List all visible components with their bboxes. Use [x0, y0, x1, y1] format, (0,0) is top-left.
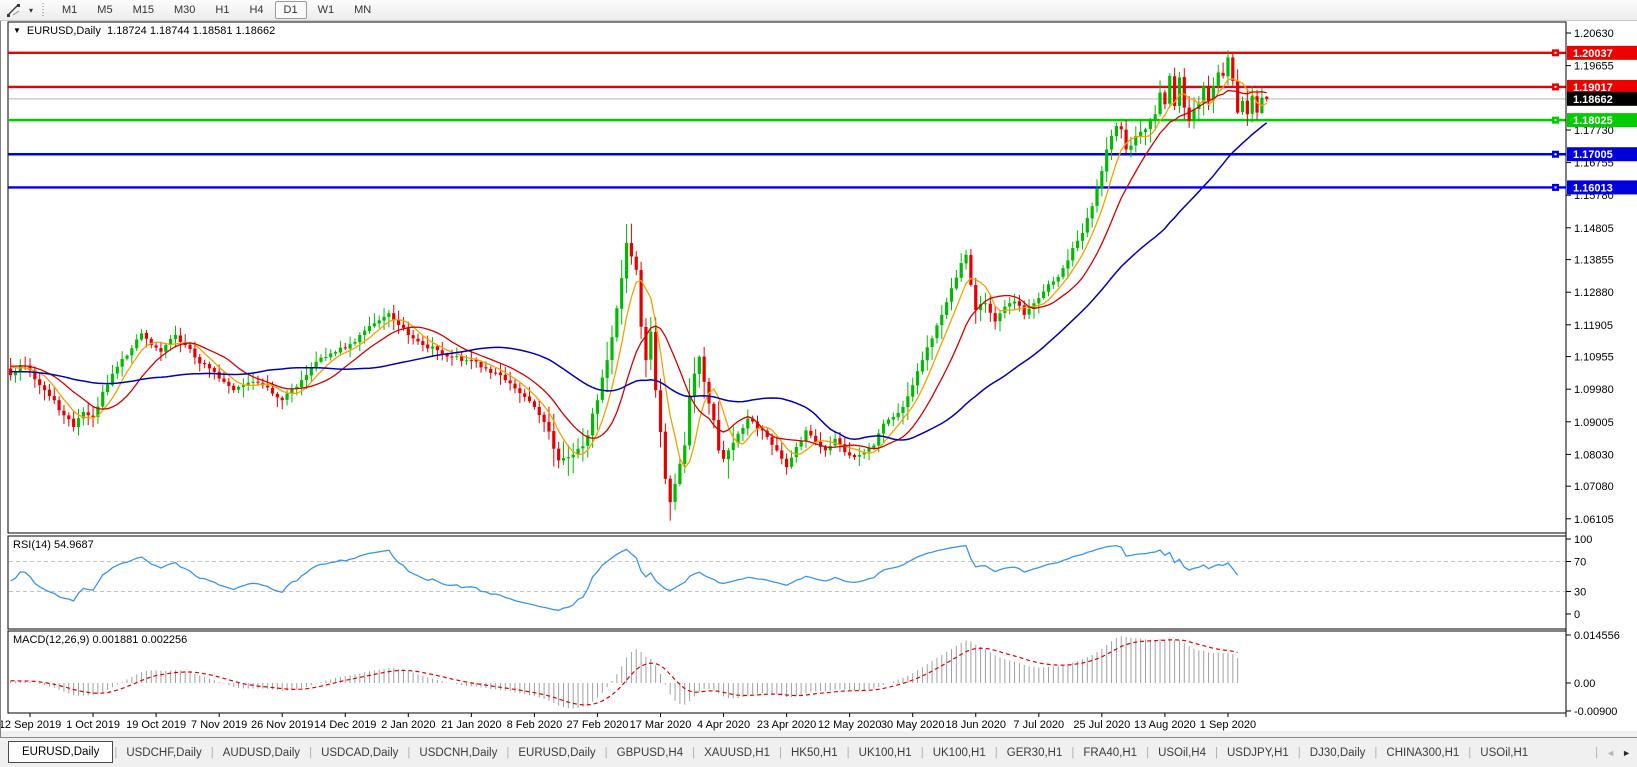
price-tick-label: 1.19655 [1574, 61, 1614, 73]
price-level-badge: 1.17005 [1573, 149, 1613, 161]
price-tick-label: 1.08030 [1574, 449, 1614, 461]
rsi-axis-label: 70 [1574, 557, 1586, 569]
chart-tab-usdcad-daily[interactable]: USDCAD,Daily [313, 744, 406, 762]
price-tick-label: 1.10955 [1574, 352, 1614, 364]
timeframe-button-m30[interactable]: M30 [165, 1, 204, 19]
chevron-down-icon[interactable]: ▾ [25, 6, 37, 15]
date-label: 8 Feb 2020 [507, 719, 563, 731]
date-label: 25 Jul 2020 [1073, 719, 1130, 731]
timeframe-button-w1[interactable]: W1 [309, 1, 344, 19]
chart-tab-uk100-h1[interactable]: UK100,H1 [851, 744, 920, 762]
chart-tab-bar: EURUSD,Daily|USDCHF,Daily|AUDUSD,Daily|U… [0, 737, 1637, 767]
line-study-icon-glyph [6, 2, 22, 18]
chart-tab-eurusd-daily[interactable]: EURUSD,Daily [510, 744, 603, 762]
tab-scroll-left-icon[interactable]: ◄ [1606, 748, 1615, 758]
chart-symbol: EURUSD,Daily [27, 25, 101, 37]
date-label: 14 Dec 2019 [314, 719, 376, 731]
date-label: 30 May 2020 [881, 719, 945, 731]
chart-tab-usoil-h1[interactable]: USOil,H1 [1472, 744, 1536, 762]
date-label: 12 May 2020 [818, 719, 882, 731]
tab-scroll-right-icon[interactable]: ► [1622, 748, 1631, 758]
macd-axis-label: 0.014556 [1574, 630, 1620, 642]
date-label: 1 Sep 2020 [1200, 719, 1256, 731]
date-label: 2 Jan 2020 [381, 719, 435, 731]
rsi-indicator-label: RSI(14) 54.9687 [13, 539, 94, 551]
date-label: 1 Oct 2019 [66, 719, 120, 731]
price-axis[interactable]: 1.206301.196551.177301.167551.157801.148… [1566, 22, 1637, 718]
price-tick-label: 1.12880 [1574, 287, 1614, 299]
ohlc-close: 1.18662 [236, 25, 276, 37]
date-label: 7 Nov 2019 [191, 719, 247, 731]
date-label: 19 Oct 2019 [126, 719, 186, 731]
date-label: 12 Sep 2019 [1, 719, 61, 731]
date-label: 23 Apr 2020 [757, 719, 816, 731]
chart-workspace[interactable]: ▼ EURUSD,Daily 1.18724 1.18744 1.18581 1.… [0, 21, 1637, 737]
price-tick-label: 1.09005 [1574, 417, 1614, 429]
timeframe-buttons: M1M5M15M30H1H4D1W1MN [52, 1, 381, 19]
chart-tab-dj30-daily[interactable]: DJ30,Daily [1302, 744, 1374, 762]
date-label: 7 Jul 2020 [1013, 719, 1064, 731]
price-tick-label: 1.06105 [1574, 514, 1614, 526]
rsi-axis-label: 30 [1574, 587, 1586, 599]
chart-tab-eurusd-daily[interactable]: EURUSD,Daily [8, 741, 113, 763]
bottom-strip [1, 731, 1637, 737]
chart-tab-xauusd-h1[interactable]: XAUUSD,H1 [696, 744, 778, 762]
price-tick-label: 1.14805 [1574, 223, 1614, 235]
tab-separator: | [1594, 747, 1599, 759]
price-level-badge: 1.16013 [1573, 182, 1613, 194]
chart-tab-usoil-h4[interactable]: USOil,H4 [1150, 744, 1214, 762]
price-tick-label: 1.11905 [1574, 320, 1613, 332]
chart-tab-usdjpy-h1[interactable]: USDJPY,H1 [1219, 744, 1297, 762]
chart-tab-uk100-h1[interactable]: UK100,H1 [925, 744, 994, 762]
chart-tab-fra40-h1[interactable]: FRA40,H1 [1075, 744, 1145, 762]
price-level-badge: 1.20037 [1573, 48, 1613, 60]
date-axis[interactable]: 12 Sep 2019 1 Oct 2019 19 Oct 2019 7 Nov 20… [1, 713, 1256, 731]
timeframe-button-m5[interactable]: M5 [88, 1, 121, 19]
date-label: 13 Aug 2020 [1134, 719, 1196, 731]
chart-tab-gbpusd-h4[interactable]: GBPUSD,H4 [609, 744, 691, 762]
chart-canvas[interactable]: 1.206301.196551.177301.167551.157801.148… [1, 21, 1637, 737]
date-label: 21 Jan 2020 [441, 719, 502, 731]
macd-pane [8, 631, 1566, 713]
date-label: 18 Jun 2020 [945, 719, 1006, 731]
price-level-badge: 1.18662 [1573, 94, 1613, 106]
timeframe-button-d1[interactable]: D1 [275, 1, 307, 19]
macd-axis-label: 0.00 [1574, 678, 1595, 690]
timeframe-button-h4[interactable]: H4 [240, 1, 272, 19]
price-tick-label: 1.07080 [1574, 481, 1614, 493]
price-tick-label: 1.13855 [1574, 255, 1614, 267]
chart-tab-ger30-h1[interactable]: GER30,H1 [999, 744, 1071, 762]
toolbar-grip[interactable] [41, 3, 46, 18]
rsi-axis-label: 100 [1574, 534, 1592, 546]
chart-tab-usdchf-daily[interactable]: USDCHF,Daily [118, 744, 209, 762]
ohlc-high: 1.18744 [150, 25, 190, 37]
tab-scroll-controls: | ◄ ► [1594, 747, 1637, 759]
price-level-badge: 1.18025 [1573, 115, 1613, 127]
ohlc-open: 1.18724 [107, 25, 147, 37]
macd-axis-label: -0.00900 [1574, 706, 1617, 718]
timeframe-button-m1[interactable]: M1 [53, 1, 86, 19]
toolbar: ▾ M1M5M15M30H1H4D1W1MN [0, 0, 1637, 21]
date-label: 26 Nov 2019 [251, 719, 313, 731]
date-label: 17 Mar 2020 [630, 719, 692, 731]
price-tick-label: 1.09980 [1574, 384, 1614, 396]
chart-title: ▼ EURUSD,Daily 1.18724 1.18744 1.18581 1.… [13, 25, 275, 37]
chart-tab-china300-h1[interactable]: CHINA300,H1 [1378, 744, 1467, 762]
ohlc-low: 1.18581 [193, 25, 233, 37]
chart-tab-hk50-h1[interactable]: HK50,H1 [783, 744, 846, 762]
rsi-axis-label: 0 [1574, 609, 1580, 621]
timeframe-button-mn[interactable]: MN [345, 1, 380, 19]
line-study-icon[interactable] [3, 2, 25, 19]
date-label: 27 Feb 2020 [567, 719, 629, 731]
rsi-pane [8, 536, 1566, 629]
macd-indicator-label: MACD(12,26,9) 0.001881 0.002256 [13, 634, 187, 646]
timeframe-button-h1[interactable]: H1 [206, 1, 238, 19]
chart-tab-audusd-daily[interactable]: AUDUSD,Daily [215, 744, 308, 762]
timeframe-button-m15[interactable]: M15 [124, 1, 163, 19]
date-label: 4 Apr 2020 [697, 719, 750, 731]
chart-tab-usdcnh-daily[interactable]: USDCNH,Daily [411, 744, 505, 762]
collapse-icon[interactable]: ▼ [13, 26, 21, 35]
price-tick-label: 1.20630 [1574, 28, 1614, 40]
